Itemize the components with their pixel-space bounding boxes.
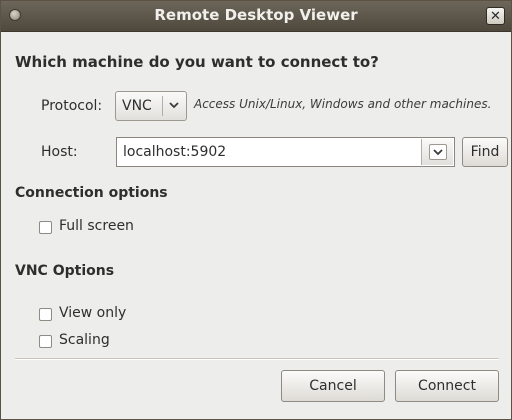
chevron-down-icon [433,149,443,156]
dropdown-arrow-box [429,144,447,160]
scaling-label[interactable]: Scaling [59,332,110,348]
connection-options-heading: Connection options [15,185,168,201]
cancel-button[interactable]: Cancel [281,370,385,402]
close-icon: ✕ [490,8,501,24]
protocol-label: Protocol: [41,98,103,114]
protocol-select-value: VNC [122,98,152,114]
close-button[interactable]: ✕ [486,7,505,25]
host-input[interactable]: localhost:5902 [116,137,455,167]
button-area-separator [15,358,499,360]
host-label: Host: [41,144,78,160]
view-only-label[interactable]: View only [59,305,126,321]
remote-desktop-dialog: Remote Desktop Viewer ✕ Which machine do… [0,0,512,420]
chevron-down-icon [169,102,179,109]
full-screen-label[interactable]: Full screen [59,218,134,234]
find-button[interactable]: Find [462,137,508,167]
full-screen-checkbox[interactable] [39,221,52,234]
dialog-heading: Which machine do you want to connect to? [15,53,379,71]
vnc-options-heading: VNC Options [15,263,115,279]
protocol-hint: Access Unix/Linux, Windows and other mac… [194,97,492,111]
scaling-checkbox[interactable] [39,335,52,348]
window-title: Remote Desktop Viewer [154,6,358,24]
host-history-dropdown[interactable] [421,139,453,165]
title-bar[interactable]: Remote Desktop Viewer ✕ [1,1,511,32]
view-only-checkbox[interactable] [39,308,52,321]
combo-separator [162,96,163,116]
connect-button[interactable]: Connect [395,370,499,402]
protocol-select[interactable]: VNC [115,91,187,121]
host-input-value: localhost:5902 [123,144,227,160]
